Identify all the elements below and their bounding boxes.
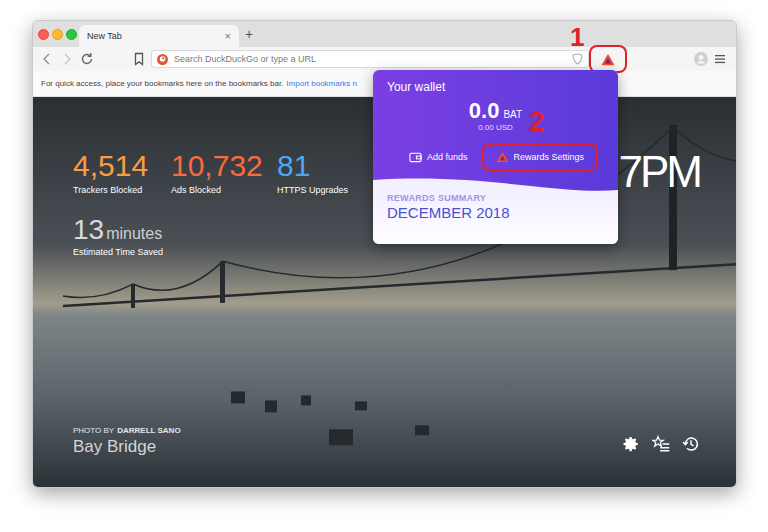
- summary-title: REWARDS SUMMARY: [387, 193, 604, 204]
- gear-icon[interactable]: [622, 435, 640, 453]
- stat-value: 4,514: [73, 149, 171, 183]
- stat: 81 HTTPS Upgrades: [277, 149, 348, 196]
- time-saved-label: Estimated Time Saved: [73, 247, 348, 258]
- annotation-marker: 2: [529, 108, 545, 136]
- stat-label: Trackers Blocked: [73, 185, 171, 196]
- action-label: Rewards Settings: [514, 151, 585, 163]
- photo-title: Bay Bridge: [73, 437, 181, 457]
- wallet-actions: Add funds Rewards Settings: [409, 145, 604, 169]
- menu-icon[interactable]: [714, 53, 726, 65]
- wallet-wave: [373, 175, 618, 193]
- wallet-icon: [409, 151, 422, 163]
- tab-strip: New Tab ×: [79, 25, 239, 47]
- wallet-panel: Your wallet 0.0 BAT 0.00 USD Add funds Re…: [373, 70, 618, 175]
- photo-credit: PHOTO BY DARRELL SANO Bay Bridge: [73, 426, 181, 457]
- stat: 4,514 Trackers Blocked: [73, 149, 171, 196]
- bookmarks-hint: For quick access, place your bookmarks h…: [41, 79, 283, 89]
- stat-label: Ads Blocked: [171, 185, 277, 196]
- address-input[interactable]: [174, 53, 566, 65]
- wallet-currency: BAT: [503, 109, 522, 121]
- tab[interactable]: New Tab ×: [79, 25, 239, 47]
- wallet-balance: 0.0: [469, 99, 500, 123]
- time-saved: 13 minutes Estimated Time Saved: [73, 215, 348, 258]
- rewards-popup: Your wallet 0.0 BAT 0.00 USD Add funds Re…: [373, 70, 618, 244]
- back-icon[interactable]: [39, 51, 55, 67]
- summary-period: DECEMBER 2018: [387, 204, 604, 222]
- address-bar[interactable]: [151, 50, 589, 68]
- annotation-marker: 1: [570, 24, 584, 50]
- tab-close-button[interactable]: ×: [225, 30, 231, 42]
- minimize-window-button[interactable]: [52, 29, 63, 40]
- stat-value: 10,732: [171, 149, 277, 183]
- forward-icon[interactable]: [59, 51, 75, 67]
- bookmark-icon[interactable]: [131, 51, 147, 67]
- time-saved-value: 13: [73, 215, 104, 245]
- history-icon[interactable]: [682, 435, 700, 453]
- rewards-button[interactable]: [591, 47, 625, 71]
- stat-label: HTTPS Upgrades: [277, 185, 348, 196]
- add-funds-button[interactable]: Add funds: [409, 145, 468, 169]
- new-tab-button[interactable]: +: [245, 26, 253, 42]
- bookmarks-icon[interactable]: [652, 435, 670, 453]
- zoom-window-button[interactable]: [66, 29, 77, 40]
- action-label: Add funds: [427, 151, 468, 163]
- shield-icon[interactable]: [572, 53, 583, 65]
- stat: 10,732 Ads Blocked: [171, 149, 277, 196]
- wallet-usd: 0.00 USD: [387, 123, 604, 133]
- photo-credit-author: DARRELL SANO: [117, 426, 180, 436]
- browser-window: New Tab × + For quick access, place your …: [32, 20, 737, 488]
- close-window-button[interactable]: [38, 29, 49, 40]
- import-bookmarks-link[interactable]: Import bookmarks n: [286, 79, 357, 89]
- toolbar: [33, 47, 736, 71]
- tab-label: New Tab: [87, 30, 122, 42]
- window-controls: [33, 29, 77, 40]
- clock: 7PM: [619, 147, 700, 197]
- wallet-title: Your wallet: [387, 79, 604, 95]
- reload-icon[interactable]: [79, 51, 95, 67]
- stats-panel: 4,514 Trackers Blocked10,732 Ads Blocked81…: [73, 149, 348, 258]
- time-saved-unit: minutes: [106, 225, 162, 243]
- rewards-settings-button[interactable]: Rewards Settings: [484, 145, 597, 169]
- photo-credit-prefix: PHOTO BY: [73, 426, 114, 436]
- title-bar: New Tab × +: [33, 21, 736, 47]
- profile-icon[interactable]: [694, 52, 708, 66]
- rewards-summary[interactable]: REWARDS SUMMARY DECEMBER 2018: [373, 193, 618, 244]
- duckduckgo-icon: [157, 54, 168, 65]
- bat-logo-icon: [496, 151, 509, 163]
- stat-value: 81: [277, 149, 348, 183]
- bat-logo-icon: [601, 53, 615, 66]
